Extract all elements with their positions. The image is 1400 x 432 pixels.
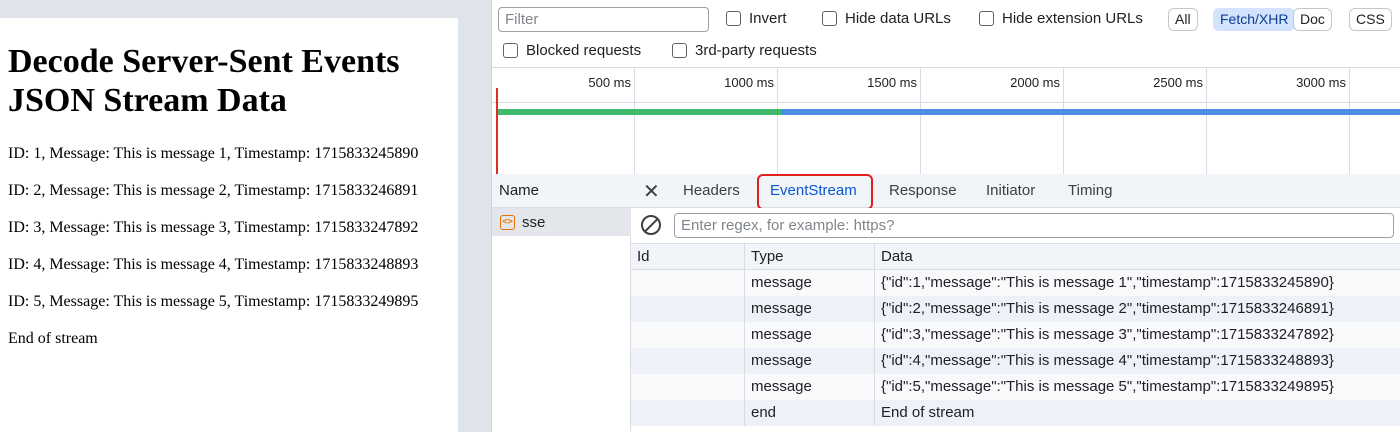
name-column-header[interactable]: Name (492, 174, 631, 208)
event-id (631, 400, 745, 426)
request-detail-pane: ✕ Headers EventStream Response Initiator… (631, 174, 1400, 432)
hide-extension-urls-checkbox[interactable]: Hide extension URLs (979, 10, 1143, 27)
event-id (631, 322, 745, 348)
checkbox-icon (503, 43, 518, 58)
tab-headers[interactable]: Headers (683, 182, 740, 199)
timeline-gridline (1349, 68, 1350, 175)
table-header-row: Id Type Data (631, 244, 1400, 270)
request-download-bar (781, 109, 1400, 115)
filter-chip-doc[interactable]: Doc (1293, 8, 1332, 31)
event-type: message (745, 270, 875, 296)
network-timeline[interactable]: 500 ms 1000 ms 1500 ms 2000 ms 2500 ms 3… (492, 67, 1400, 175)
checkbox-icon (979, 11, 994, 26)
table-row[interactable]: message {"id":5,"message":"This is messa… (631, 374, 1400, 400)
event-type: message (745, 322, 875, 348)
event-id (631, 270, 745, 296)
close-icon[interactable]: ✕ (643, 179, 660, 204)
event-data: {"id":5,"message":"This is message 5","t… (881, 378, 1334, 395)
timeline-gridline (1206, 68, 1207, 175)
third-party-requests-checkbox[interactable]: 3rd-party requests (672, 42, 817, 59)
event-id (631, 348, 745, 374)
xhr-request-icon: <> (500, 214, 515, 230)
load-event-marker (496, 88, 498, 174)
hide-data-urls-label: Hide data URLs (845, 10, 951, 27)
timeline-tick: 2000 ms (1010, 75, 1060, 90)
clear-block-icon[interactable] (641, 215, 661, 235)
filter-chip-css[interactable]: CSS (1349, 8, 1392, 31)
timeline-tick: 1500 ms (867, 75, 917, 90)
output-line: ID: 1, Message: This is message 1, Times… (8, 145, 419, 162)
request-name: sse (522, 213, 546, 231)
timeline-gridline (920, 68, 921, 175)
filter-chip-fetch-xhr[interactable]: Fetch/XHR (1213, 8, 1296, 31)
event-type: message (745, 374, 875, 400)
event-type: message (745, 348, 875, 374)
table-row[interactable]: message {"id":2,"message":"This is messa… (631, 296, 1400, 322)
timeline-tick: 500 ms (588, 75, 631, 90)
table-row[interactable]: message {"id":4,"message":"This is messa… (631, 348, 1400, 374)
column-header-data[interactable]: Data (875, 244, 1400, 269)
timeline-tick: 2500 ms (1153, 75, 1203, 90)
timeline-gridline (777, 68, 778, 175)
event-data: {"id":1,"message":"This is message 1","t… (881, 274, 1334, 291)
eventstream-highlight-box (757, 174, 873, 210)
blocked-requests-label: Blocked requests (526, 42, 642, 59)
tab-initiator[interactable]: Initiator (986, 182, 1035, 199)
timeline-gridline (1063, 68, 1064, 175)
table-row[interactable]: end End of stream (631, 400, 1400, 426)
timeline-tick: 1000 ms (724, 75, 774, 90)
detail-tabbar: ✕ Headers EventStream Response Initiator… (631, 174, 1400, 210)
filter-input[interactable] (498, 7, 709, 32)
event-data: {"id":4,"message":"This is message 4","t… (881, 352, 1334, 369)
checkbox-icon (822, 11, 837, 26)
tab-timing[interactable]: Timing (1068, 182, 1112, 199)
output-line: End of stream (8, 330, 98, 347)
devtools-network-panel: Invert Hide data URLs Hide extension URL… (491, 0, 1400, 432)
request-waiting-bar (497, 109, 781, 115)
checkbox-icon (726, 11, 741, 26)
web-page: Decode Server-Sent Events JSON Stream Da… (0, 18, 458, 432)
event-id (631, 296, 745, 322)
event-data: {"id":2,"message":"This is message 2","t… (881, 300, 1334, 317)
eventstream-table: Id Type Data message {"id":1,"message":"… (631, 244, 1400, 426)
third-party-requests-label: 3rd-party requests (695, 42, 817, 59)
timeline-gridline (634, 68, 635, 175)
hide-extension-urls-label: Hide extension URLs (1002, 10, 1143, 27)
timeline-tick: 3000 ms (1296, 75, 1346, 90)
invert-checkbox[interactable]: Invert (726, 10, 787, 27)
blocked-requests-checkbox[interactable]: Blocked requests (503, 42, 641, 59)
event-data: End of stream (881, 404, 975, 421)
output-line: ID: 2, Message: This is message 2, Times… (8, 182, 419, 199)
filter-chip-all[interactable]: All (1168, 8, 1198, 31)
output-line: ID: 3, Message: This is message 3, Times… (8, 219, 419, 236)
page-title: Decode Server-Sent Events JSON Stream Da… (8, 43, 400, 119)
output-line: ID: 5, Message: This is message 5, Times… (8, 293, 419, 310)
request-row-sse[interactable]: <> sse (492, 208, 631, 236)
event-id (631, 374, 745, 400)
table-row[interactable]: message {"id":3,"message":"This is messa… (631, 322, 1400, 348)
output-line: ID: 4, Message: This is message 4, Times… (8, 256, 419, 273)
event-type: end (745, 400, 875, 426)
regex-filter-input[interactable] (674, 213, 1394, 238)
column-header-type[interactable]: Type (745, 244, 875, 269)
request-list: Name <> sse (492, 174, 631, 432)
checkbox-icon (672, 43, 687, 58)
timeline-divider (492, 102, 1400, 103)
hide-data-urls-checkbox[interactable]: Hide data URLs (822, 10, 951, 27)
invert-label: Invert (749, 10, 787, 27)
tab-response[interactable]: Response (889, 182, 957, 199)
event-data: {"id":3,"message":"This is message 3","t… (881, 326, 1334, 343)
table-row[interactable]: message {"id":1,"message":"This is messa… (631, 270, 1400, 296)
eventstream-filter-row (631, 208, 1400, 244)
column-header-id[interactable]: Id (631, 244, 745, 269)
event-type: message (745, 296, 875, 322)
